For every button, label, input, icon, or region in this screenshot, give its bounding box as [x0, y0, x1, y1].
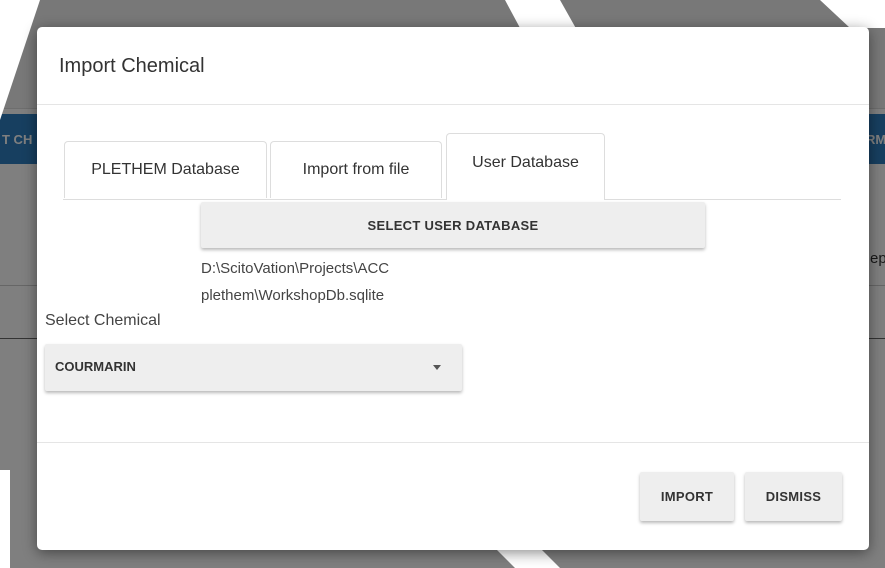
tab-label: Import from file: [302, 161, 410, 178]
tab-user-database[interactable]: User Database: [446, 133, 605, 200]
button-label: IMPORT: [660, 489, 714, 504]
dialog-header: Import Chemical: [37, 27, 869, 105]
stroke-shape: [495, 548, 560, 568]
tab-label: PLETHEM Database: [91, 161, 240, 178]
database-path: D:\ScitoVation\Projects\ACC plethem\Work…: [201, 255, 389, 309]
stroke-shape: [820, 0, 885, 28]
chemical-select[interactable]: COURMARIN: [45, 344, 462, 391]
stroke-shape: [0, 470, 10, 568]
import-button[interactable]: IMPORT: [640, 472, 734, 521]
tab-plethem-database[interactable]: PLETHEM Database: [64, 141, 267, 198]
selected-chemical-value: COURMARIN: [55, 359, 136, 374]
tab-bar: PLETHEM Database Import from file User D…: [63, 132, 841, 200]
button-label: SELECT USER DATABASE: [367, 217, 539, 233]
button-label: DISMISS: [765, 489, 822, 504]
select-user-database-button[interactable]: SELECT USER DATABASE: [201, 202, 705, 248]
footer-divider: [37, 442, 869, 443]
database-path-line-2: plethem\WorkshopDb.sqlite: [201, 287, 385, 304]
import-chemical-dialog: Import Chemical PLETHEM Database Import …: [37, 27, 869, 550]
database-path-line-1: D:\ScitoVation\Projects\ACC: [201, 260, 390, 277]
chevron-down-icon: [433, 365, 441, 370]
select-chemical-label: Select Chemical: [45, 312, 161, 329]
dismiss-button[interactable]: DISMISS: [745, 472, 842, 521]
tab-label: User Database: [472, 154, 579, 171]
tab-import-from-file[interactable]: Import from file: [270, 141, 442, 198]
dialog-title: Import Chemical: [59, 55, 205, 77]
stroke-shape: [0, 0, 40, 120]
